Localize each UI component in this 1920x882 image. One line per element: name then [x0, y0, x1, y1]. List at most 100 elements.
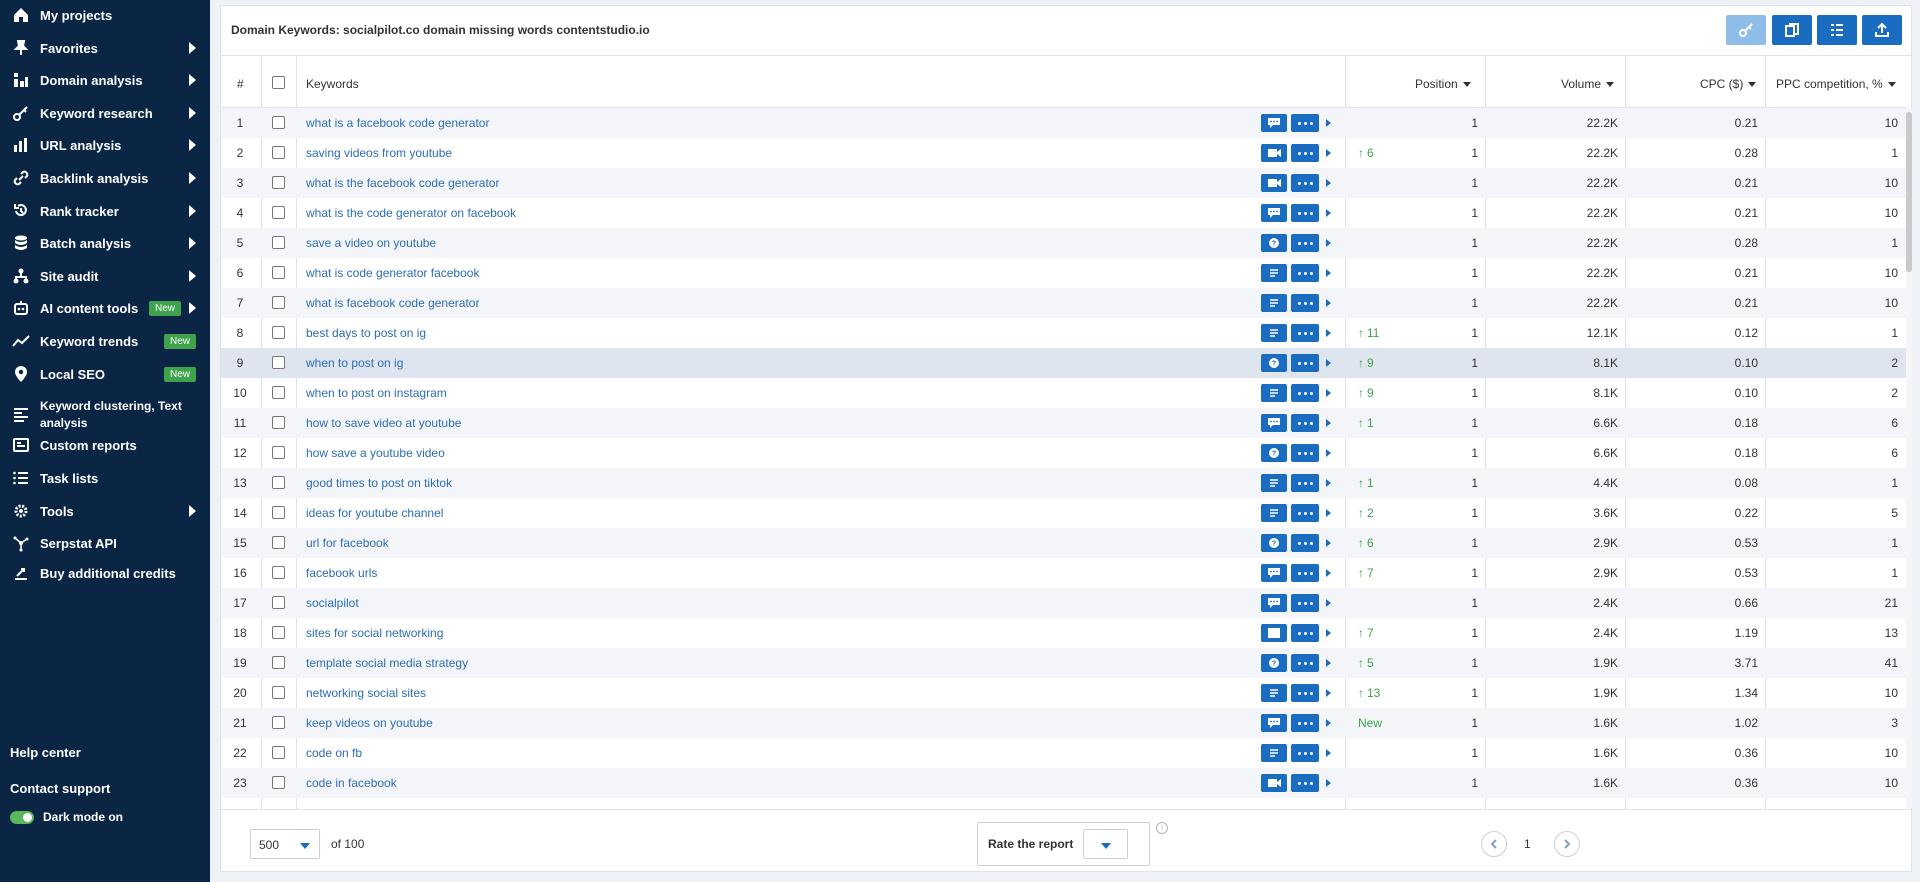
key-button[interactable]: [1726, 15, 1766, 45]
sidebar-item-favorites[interactable]: Favorites: [0, 39, 210, 57]
row-checkbox[interactable]: [272, 476, 285, 489]
row-checkbox[interactable]: [272, 746, 285, 759]
row-checkbox[interactable]: [272, 536, 285, 549]
sidebar-item-url-analysis[interactable]: URL analysis: [0, 136, 210, 154]
sort-ppc[interactable]: PPC competition, %: [1776, 77, 1896, 91]
scrollbar-thumb[interactable]: [1906, 112, 1912, 272]
columns-button[interactable]: [1817, 15, 1857, 45]
keyword-link[interactable]: saving videos from youtube: [306, 146, 452, 160]
more-options-button[interactable]: [1291, 744, 1319, 762]
expand-arrow-icon[interactable]: [1326, 179, 1331, 187]
serp-feature-button[interactable]: [1261, 324, 1287, 342]
serp-feature-button[interactable]: ?: [1261, 234, 1287, 252]
row-checkbox[interactable]: [272, 176, 285, 189]
keyword-link[interactable]: how save a youtube video: [306, 446, 445, 460]
keyword-link[interactable]: best days to post on ig: [306, 326, 426, 340]
keyword-link[interactable]: template social media strategy: [306, 656, 468, 670]
more-options-button[interactable]: [1291, 474, 1319, 492]
serp-feature-button[interactable]: ?: [1261, 354, 1287, 372]
expand-arrow-icon[interactable]: [1326, 569, 1331, 577]
keyword-link[interactable]: good times to post on tiktok: [306, 476, 452, 490]
more-options-button[interactable]: [1291, 144, 1319, 162]
expand-arrow-icon[interactable]: [1326, 599, 1331, 607]
serp-feature-button[interactable]: [1261, 684, 1287, 702]
keyword-link[interactable]: networking social sites: [306, 686, 426, 700]
more-options-button[interactable]: [1291, 684, 1319, 702]
serp-feature-button[interactable]: [1261, 114, 1287, 132]
help-center-link[interactable]: Help center: [10, 745, 81, 760]
sidebar-item-site-audit[interactable]: Site audit: [0, 267, 210, 285]
more-options-button[interactable]: [1291, 594, 1319, 612]
row-checkbox[interactable]: [272, 266, 285, 279]
expand-arrow-icon[interactable]: [1326, 419, 1331, 427]
serp-feature-button[interactable]: [1261, 474, 1287, 492]
row-checkbox[interactable]: [272, 236, 285, 249]
serp-feature-button[interactable]: [1261, 744, 1287, 762]
row-checkbox[interactable]: [272, 386, 285, 399]
more-options-button[interactable]: [1291, 384, 1319, 402]
keyword-link[interactable]: what is the code generator on facebook: [306, 206, 516, 220]
serp-feature-button[interactable]: [1261, 174, 1287, 192]
info-icon[interactable]: i: [1156, 822, 1168, 834]
more-options-button[interactable]: [1291, 114, 1319, 132]
row-checkbox[interactable]: [272, 596, 285, 609]
keyword-link[interactable]: how to save video at youtube: [306, 416, 461, 430]
more-options-button[interactable]: [1291, 234, 1319, 252]
row-checkbox[interactable]: [272, 146, 285, 159]
more-options-button[interactable]: [1291, 264, 1319, 282]
keyword-link[interactable]: socialpilot: [306, 596, 359, 610]
sidebar-item-my-projects[interactable]: My projects: [0, 6, 210, 24]
row-checkbox[interactable]: [272, 566, 285, 579]
page-size-select[interactable]: 500: [250, 829, 320, 859]
serp-feature-button[interactable]: ?: [1261, 654, 1287, 672]
expand-arrow-icon[interactable]: [1326, 659, 1331, 667]
scrollbar[interactable]: [1906, 108, 1912, 808]
select-all-checkbox[interactable]: [272, 76, 285, 89]
keyword-link[interactable]: what is a facebook code generator: [306, 116, 489, 130]
export-button[interactable]: [1862, 15, 1902, 45]
keyword-link[interactable]: what is code generator facebook: [306, 266, 479, 280]
row-checkbox[interactable]: [272, 716, 285, 729]
prev-page-button[interactable]: [1481, 831, 1507, 857]
keyword-link[interactable]: when to post on instagram: [306, 386, 447, 400]
sidebar-item-tools[interactable]: Tools: [0, 502, 210, 520]
expand-arrow-icon[interactable]: [1326, 269, 1331, 277]
more-options-button[interactable]: [1291, 294, 1319, 312]
copy-button[interactable]: [1772, 15, 1812, 45]
keyword-link[interactable]: keep videos on youtube: [306, 716, 433, 730]
expand-arrow-icon[interactable]: [1326, 749, 1331, 757]
row-checkbox[interactable]: [272, 446, 285, 459]
keyword-link[interactable]: code on fb: [306, 746, 362, 760]
expand-arrow-icon[interactable]: [1326, 539, 1331, 547]
sidebar-item-keyword-trends[interactable]: Keyword trends New: [0, 332, 210, 350]
keyword-link[interactable]: save a video on youtube: [306, 236, 436, 250]
sidebar-item-custom-reports[interactable]: Custom reports: [0, 436, 210, 454]
more-options-button[interactable]: [1291, 354, 1319, 372]
row-checkbox[interactable]: [272, 656, 285, 669]
serp-feature-button[interactable]: ?: [1261, 534, 1287, 552]
expand-arrow-icon[interactable]: [1326, 359, 1331, 367]
serp-feature-button[interactable]: [1261, 504, 1287, 522]
expand-arrow-icon[interactable]: [1326, 689, 1331, 697]
more-options-button[interactable]: [1291, 624, 1319, 642]
row-checkbox[interactable]: [272, 356, 285, 369]
sort-position[interactable]: Position: [1415, 77, 1471, 91]
keyword-link[interactable]: when to post on ig: [306, 356, 403, 370]
serp-feature-button[interactable]: [1261, 624, 1287, 642]
serp-feature-button[interactable]: [1261, 774, 1287, 792]
row-checkbox[interactable]: [272, 326, 285, 339]
sidebar-item-batch-analysis[interactable]: Batch analysis: [0, 234, 210, 252]
keyword-link[interactable]: url for facebook: [306, 536, 389, 550]
more-options-button[interactable]: [1291, 714, 1319, 732]
sidebar-item-serpstat-api[interactable]: Serpstat API: [0, 534, 210, 552]
row-checkbox[interactable]: [272, 206, 285, 219]
sidebar-item-local-seo[interactable]: Local SEO New: [0, 365, 210, 383]
serp-feature-button[interactable]: [1261, 204, 1287, 222]
more-options-button[interactable]: [1291, 324, 1319, 342]
serp-feature-button[interactable]: [1261, 564, 1287, 582]
contact-support-link[interactable]: Contact support: [10, 781, 110, 796]
keyword-link[interactable]: sites for social networking: [306, 626, 443, 640]
more-options-button[interactable]: [1291, 414, 1319, 432]
sidebar-item-backlink-analysis[interactable]: Backlink analysis: [0, 169, 210, 187]
row-checkbox[interactable]: [272, 776, 285, 789]
